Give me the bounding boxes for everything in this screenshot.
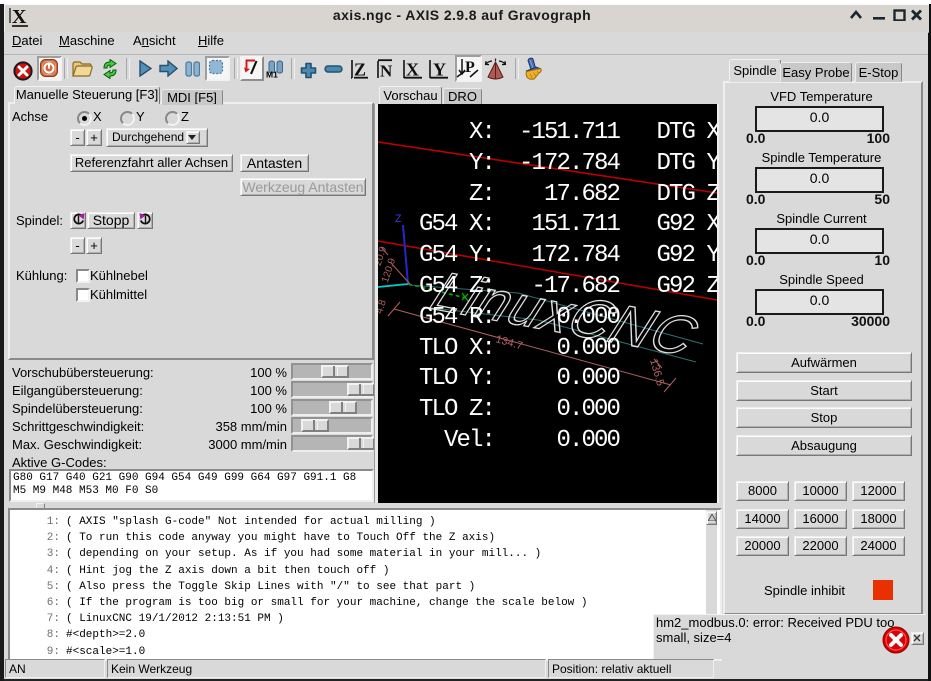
svg-text:N: N (380, 62, 393, 80)
svg-text:X: X (406, 60, 419, 80)
svg-text:Z: Z (354, 60, 366, 80)
svg-text:M1: M1 (266, 70, 278, 79)
svg-text:Z: Z (395, 214, 402, 226)
svg-text:4.8: 4.8 (378, 298, 389, 315)
svg-text:Y: Y (433, 60, 446, 80)
